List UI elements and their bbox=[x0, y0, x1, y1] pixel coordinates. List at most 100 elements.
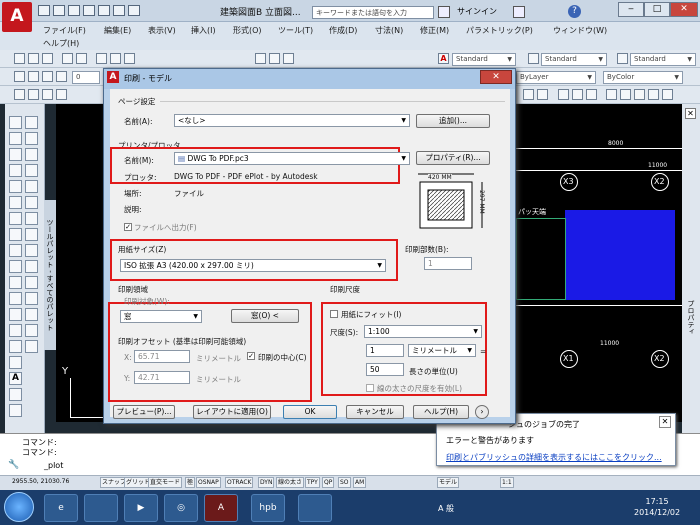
offset-x-input[interactable]: 65.71 bbox=[134, 350, 190, 363]
app-taskbar-icon[interactable] bbox=[298, 494, 332, 522]
chrome-icon[interactable]: ◎ bbox=[164, 494, 198, 522]
sun-icon[interactable] bbox=[42, 71, 53, 82]
dim-linear-icon[interactable] bbox=[14, 89, 25, 100]
region-tool-icon[interactable] bbox=[9, 340, 22, 353]
make-block-icon[interactable] bbox=[9, 276, 22, 289]
menu-file[interactable]: ファイル(F) bbox=[43, 25, 86, 36]
cancel-button[interactable]: キャンセル bbox=[346, 405, 404, 419]
dim-arc-icon[interactable] bbox=[42, 89, 53, 100]
rectangle-tool-icon[interactable] bbox=[9, 164, 22, 177]
ie-icon[interactable]: e bbox=[44, 494, 78, 522]
insert-block-icon[interactable] bbox=[9, 260, 22, 273]
scale-select[interactable]: 1:100 bbox=[364, 325, 482, 338]
erase-tool-icon[interactable] bbox=[25, 116, 38, 129]
start-button[interactable] bbox=[4, 492, 34, 522]
zoom-window-icon[interactable] bbox=[283, 53, 294, 64]
properties-palette-title[interactable]: プロパティ bbox=[684, 300, 697, 360]
am-toggle[interactable]: AM bbox=[353, 477, 367, 488]
gradient-tool-icon[interactable] bbox=[9, 324, 22, 337]
menu-draw[interactable]: 作成(D) bbox=[329, 25, 357, 36]
add-selected-icon[interactable] bbox=[9, 388, 22, 401]
cut-icon[interactable] bbox=[96, 53, 107, 64]
annotation-scale[interactable]: 1:1 bbox=[500, 477, 514, 488]
printer-name-select[interactable]: ▤ DWG To PDF.pc3 bbox=[174, 152, 410, 165]
paste-icon[interactable] bbox=[124, 53, 135, 64]
menu-window[interactable]: ウィンドウ(W) bbox=[553, 25, 607, 36]
open-icon[interactable] bbox=[28, 53, 39, 64]
tpy-toggle[interactable]: TPY bbox=[305, 477, 320, 488]
menu-view[interactable]: 表示(V) bbox=[148, 25, 176, 36]
dyn-toggle[interactable]: DYN bbox=[258, 477, 275, 488]
wrench-icon[interactable]: 🔧 bbox=[8, 460, 19, 470]
menu-parametric[interactable]: パラメトリック(P) bbox=[466, 25, 533, 36]
help-button[interactable]: ヘルプ(H) bbox=[413, 405, 469, 419]
mtext-tool-icon[interactable]: A bbox=[9, 372, 22, 385]
circle-snap-icon[interactable] bbox=[558, 89, 569, 100]
undo-icon[interactable] bbox=[113, 5, 125, 16]
window-pick-button[interactable]: 窓(O) < bbox=[231, 309, 299, 323]
layer-manager-icon[interactable] bbox=[14, 71, 25, 82]
table-tool-icon[interactable] bbox=[9, 356, 22, 369]
dim-aligned-icon[interactable] bbox=[28, 89, 39, 100]
copies-spinner[interactable]: 1 bbox=[424, 257, 472, 270]
palette-close-icon[interactable]: ✕ bbox=[685, 108, 696, 119]
bulb-icon[interactable] bbox=[28, 71, 39, 82]
notification-close-icon[interactable]: ✕ bbox=[659, 416, 671, 428]
dim-ordinate-icon[interactable] bbox=[56, 89, 67, 100]
circle-tool-icon[interactable] bbox=[9, 196, 22, 209]
arc-tool-icon[interactable] bbox=[9, 180, 22, 193]
new-file-icon[interactable] bbox=[38, 5, 50, 16]
lock-icon[interactable] bbox=[56, 71, 67, 82]
lineweight-scale-checkbox[interactable] bbox=[366, 384, 374, 392]
polygon-tool-icon[interactable] bbox=[9, 148, 22, 161]
paper-size-select[interactable]: ISO 拡張 A3 (420.00 x 297.00 ミリ) bbox=[120, 259, 386, 272]
mirror-tool-icon[interactable] bbox=[25, 148, 38, 161]
minimize-button[interactable]: ‒ bbox=[618, 2, 644, 17]
scale-tool-icon[interactable] bbox=[25, 228, 38, 241]
fit-to-paper-checkbox[interactable] bbox=[330, 310, 338, 318]
open-file-icon[interactable] bbox=[53, 5, 65, 16]
offset-tool-icon[interactable] bbox=[25, 164, 38, 177]
chamfer-tool-icon[interactable] bbox=[25, 324, 38, 337]
menu-insert[interactable]: 挿入(I) bbox=[191, 25, 216, 36]
table-style-select[interactable]: Standard bbox=[630, 53, 696, 66]
menu-tools[interactable]: ツール(T) bbox=[278, 25, 313, 36]
app-taskbar-icon[interactable]: hpb bbox=[251, 494, 285, 522]
color-select[interactable]: ByColor bbox=[603, 71, 683, 84]
save-icon[interactable] bbox=[42, 53, 53, 64]
taskbar-clock[interactable]: 17:15 2014/12/02 bbox=[634, 496, 680, 518]
offset-y-input[interactable]: 42.71 bbox=[134, 371, 190, 384]
autocad-taskbar-icon[interactable]: A bbox=[204, 494, 238, 522]
trim-tool-icon[interactable] bbox=[25, 260, 38, 273]
print-icon[interactable] bbox=[98, 5, 110, 16]
hatch-tool-icon[interactable] bbox=[9, 308, 22, 321]
notification-details-link[interactable]: 印刷とパブリッシュの詳細を表示するにはここをクリック... bbox=[446, 452, 662, 463]
layer-select[interactable]: 0 bbox=[72, 71, 100, 84]
insert-snap-icon[interactable] bbox=[634, 89, 645, 100]
tool-palette-title[interactable]: ツールパレット - すべてのパレット bbox=[44, 200, 56, 350]
array-tool-icon[interactable] bbox=[25, 180, 38, 193]
autocad-app-button[interactable]: A bbox=[2, 2, 32, 32]
signin-button[interactable]: サインイン bbox=[457, 6, 497, 17]
binoculars-icon[interactable] bbox=[438, 6, 450, 18]
command-input[interactable]: _plot bbox=[44, 461, 63, 470]
add-page-setup-button[interactable]: 追加()... bbox=[416, 114, 490, 128]
scale-drawing-units-input[interactable]: 50 bbox=[366, 363, 404, 376]
print-to-file-checkbox[interactable]: ✓ bbox=[124, 223, 132, 231]
save-icon[interactable] bbox=[68, 5, 80, 16]
save-as-icon[interactable] bbox=[83, 5, 95, 16]
ortho-toggle[interactable]: 直交モード bbox=[148, 477, 183, 488]
fillet-tool-icon[interactable] bbox=[25, 340, 38, 353]
dim-style-icon[interactable] bbox=[528, 53, 539, 64]
pan-icon[interactable] bbox=[255, 53, 266, 64]
preview-icon[interactable] bbox=[76, 53, 87, 64]
join-tool-icon[interactable] bbox=[25, 308, 38, 321]
table-style-icon[interactable] bbox=[617, 53, 628, 64]
lineweight-toggle[interactable]: 線の太さ bbox=[276, 477, 305, 488]
preview-button[interactable]: プレビュー(P)... bbox=[113, 405, 175, 419]
copy-tool-icon[interactable] bbox=[25, 132, 38, 145]
revcloud-tool-icon[interactable] bbox=[9, 212, 22, 225]
ellipse-tool-icon[interactable] bbox=[9, 244, 22, 257]
expand-options-icon[interactable]: › bbox=[475, 405, 489, 419]
dim-style-select[interactable]: Standard bbox=[541, 53, 607, 66]
